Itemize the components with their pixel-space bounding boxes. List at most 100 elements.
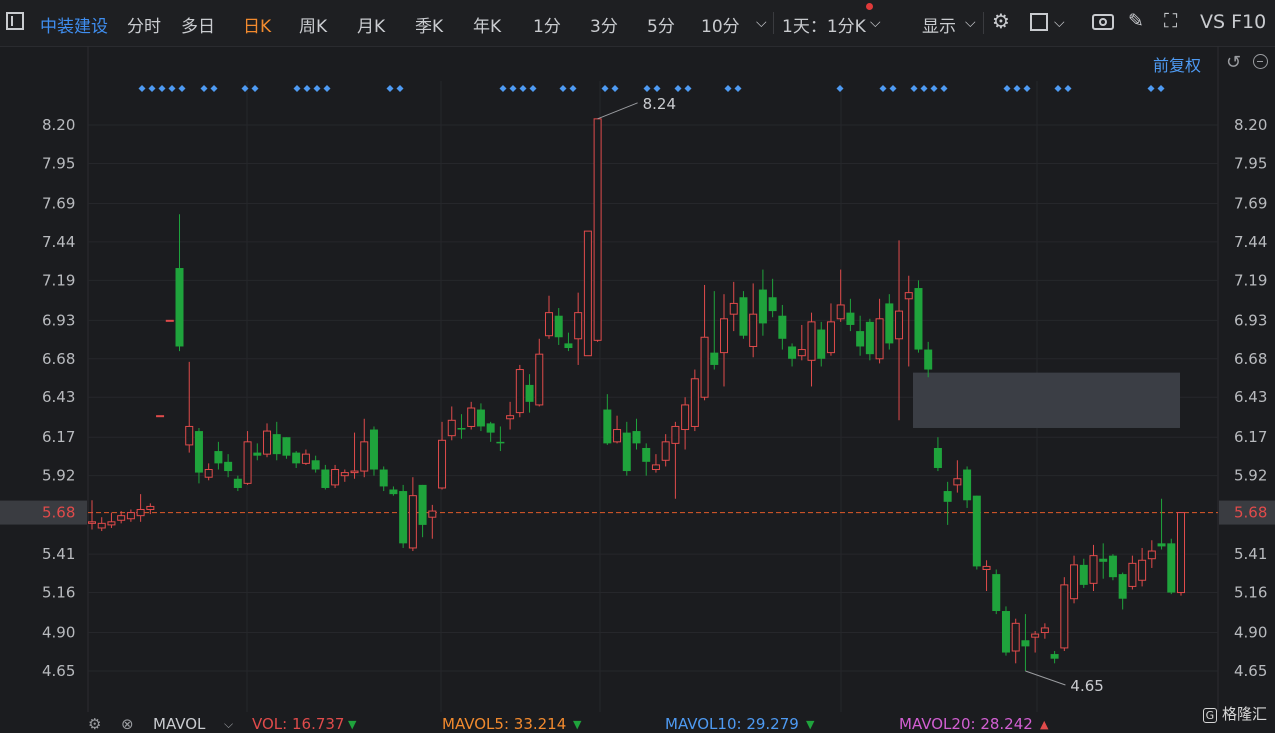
indicator-select[interactable]: MAVOL — [153, 715, 205, 733]
chevron-down-icon[interactable]: ⌵ — [224, 717, 233, 732]
event-marker — [889, 85, 897, 92]
chevron-down-icon[interactable]: ⌵ — [965, 15, 976, 31]
y-tick-label-right: 4.90 — [1234, 624, 1267, 642]
tab-10fen[interactable]: 10分 — [701, 12, 740, 37]
vs-f10-label[interactable]: VS F10 — [1200, 11, 1266, 33]
candle-body — [1147, 550, 1156, 560]
candle-body — [467, 407, 476, 427]
event-marker — [313, 85, 321, 92]
candle-body — [690, 378, 699, 427]
event-marker — [601, 85, 609, 92]
candle-body — [544, 312, 553, 337]
tab-3fen[interactable]: 3分 — [590, 12, 618, 37]
event-marker — [1147, 85, 1155, 92]
y-tick-label-right: 5.16 — [1234, 584, 1267, 602]
event-marker — [148, 85, 156, 92]
camera-icon[interactable] — [1092, 14, 1114, 30]
chevron-down-icon[interactable]: ⌵ — [870, 15, 881, 31]
candle-body — [146, 505, 155, 511]
event-marker — [200, 85, 208, 92]
sidebar-toggle-icon[interactable] — [6, 12, 24, 30]
candle-body — [1138, 559, 1147, 581]
stock-name[interactable]: 中装建设 — [40, 12, 108, 37]
candle-body — [1031, 633, 1040, 638]
event-marker — [168, 85, 176, 92]
chevron-down-icon[interactable]: ⌵ — [756, 15, 767, 31]
candle-body — [224, 461, 233, 472]
gear-icon[interactable]: ⚙ — [88, 715, 101, 733]
candle-body — [214, 451, 223, 464]
y-tick-label-left: 4.65 — [42, 662, 75, 680]
tab-jik[interactable]: 季K — [415, 12, 443, 37]
high-pointer — [597, 102, 638, 120]
candle-body — [671, 425, 680, 444]
candle-body — [953, 478, 962, 486]
candle-body — [321, 469, 330, 488]
candle-body — [253, 452, 262, 456]
y-tick-label-right: 6.93 — [1234, 311, 1267, 329]
candle-body — [982, 565, 991, 570]
down-arrow-icon: ▼ — [806, 718, 815, 731]
candle-body — [88, 521, 96, 524]
high-label: 8.24 — [643, 95, 676, 113]
kline-chart[interactable]: 8.24 4.65 8.20 8.20 7.95 7.95 7.69 7.69 7.44 7.4… — [0, 46, 1275, 712]
candle-body — [856, 331, 865, 347]
candle-body — [768, 297, 777, 312]
tab-rik[interactable]: 日K — [243, 12, 271, 37]
tab-fenshi[interactable]: 分时 — [127, 12, 161, 37]
event-marker — [529, 85, 537, 92]
event-marker — [653, 85, 661, 92]
candle-body — [1070, 564, 1079, 600]
pencil-icon[interactable]: ✎ — [1128, 10, 1144, 32]
tab-5fen[interactable]: 5分 — [647, 12, 675, 37]
candle-body — [1050, 654, 1059, 659]
mavol20-value: MAVOL20: 28.242 — [899, 715, 1033, 733]
tab-yuek[interactable]: 月K — [357, 12, 385, 37]
candle-body — [243, 441, 252, 484]
tab-zhouk[interactable]: 周K — [299, 12, 327, 37]
event-marker — [559, 85, 567, 92]
event-marker — [509, 85, 517, 92]
mavol5-value: MAVOL5: 33.214 — [442, 715, 567, 733]
display-menu[interactable]: 显示 — [922, 12, 956, 37]
candle-body — [1060, 584, 1069, 649]
gear-icon[interactable]: ⚙ — [992, 9, 1010, 33]
watermark-text: 格隆汇 — [1221, 705, 1267, 723]
event-marker — [158, 85, 166, 92]
candle-body — [661, 441, 670, 461]
event-marker — [940, 85, 948, 92]
square-icon[interactable] — [1030, 13, 1048, 31]
y-tick-label-right: 8.20 — [1234, 116, 1267, 134]
range-select[interactable]: 1天：1分K — [782, 12, 866, 37]
candle-body — [233, 478, 242, 488]
close-icon[interactable]: ⊗ — [121, 715, 134, 733]
candle-body — [583, 230, 592, 357]
y-tick-label-right: 7.44 — [1234, 233, 1267, 251]
candle-body — [778, 315, 787, 339]
y-tick-label-left: 6.17 — [42, 428, 75, 446]
tab-duori[interactable]: 多日 — [181, 12, 215, 37]
divider — [983, 12, 984, 34]
event-marker — [210, 85, 218, 92]
tab-1fen[interactable]: 1分 — [533, 12, 561, 37]
event-marker — [396, 85, 404, 92]
candle-body — [1011, 622, 1020, 652]
candle-body — [496, 441, 505, 444]
candle-body — [564, 343, 573, 349]
tab-niank[interactable]: 年K — [473, 12, 501, 37]
event-marker — [724, 85, 732, 92]
chevron-down-icon[interactable]: ⌵ — [1054, 15, 1065, 31]
candle-body — [826, 321, 835, 354]
mavol10-value: MAVOL10: 29.279 — [665, 715, 799, 733]
event-marker — [569, 85, 577, 92]
candle-body — [904, 292, 913, 300]
event-marker — [611, 85, 619, 92]
candle-body — [1128, 562, 1137, 587]
candle-body — [593, 118, 602, 341]
event-marker — [386, 85, 394, 92]
fullscreen-icon[interactable]: ⛶ — [1164, 10, 1177, 32]
candle-body — [895, 310, 904, 340]
indicator-bar: ⚙ ⊗ MAVOL ⌵ VOL: 16.737 ▼ MAVOL5: 33.214… — [0, 712, 1275, 733]
y-tick-label-left: 6.43 — [42, 388, 75, 406]
candle-body — [515, 369, 524, 414]
